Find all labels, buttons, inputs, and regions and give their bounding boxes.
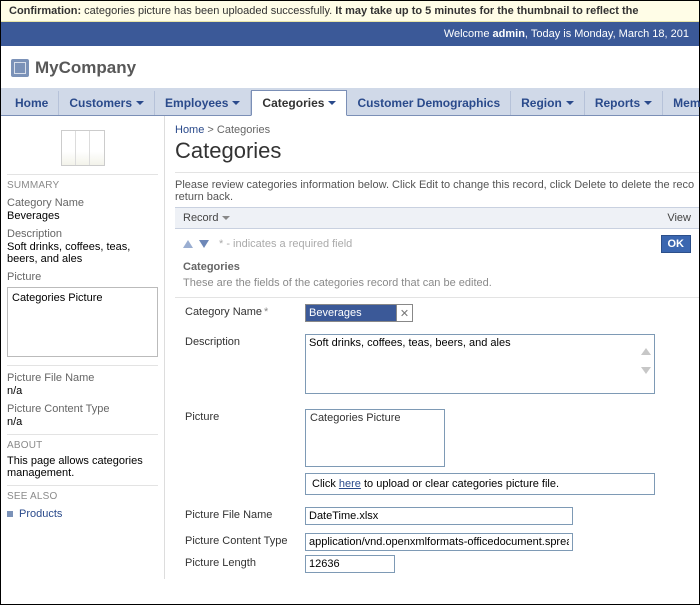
- welcome-pre: Welcome: [444, 28, 493, 40]
- label-category-name: Category Name*: [185, 304, 305, 322]
- prev-record-icon[interactable]: [183, 240, 193, 248]
- tab-home[interactable]: Home: [5, 91, 59, 115]
- seealso-item-products[interactable]: Products: [7, 508, 158, 520]
- page-title: Categories: [175, 138, 699, 164]
- logo-icon: [11, 59, 29, 77]
- welcome-date: Monday, March 18, 201: [574, 28, 689, 40]
- confirmation-bar: Confirmation: categories picture has bee…: [1, 1, 699, 22]
- section-subtitle: These are the fields of the categories r…: [175, 275, 699, 298]
- breadcrumb-home[interactable]: Home: [175, 124, 204, 136]
- confirmation-message: categories picture has been uploaded suc…: [84, 5, 332, 17]
- welcome-bar: Welcome admin, Today is Monday, March 18…: [1, 22, 699, 46]
- next-record-icon[interactable]: [199, 240, 209, 248]
- confirmation-prefix: Confirmation:: [9, 5, 81, 17]
- section-title: Categories: [175, 259, 699, 275]
- tab-members[interactable]: Memb: [663, 91, 700, 115]
- category-name-input[interactable]: [306, 305, 396, 321]
- confirmation-tail: It may take up to 5 minutes for the thum…: [335, 5, 638, 17]
- sidebar-label-pfn: Picture File Name: [7, 372, 158, 384]
- upload-link[interactable]: here: [339, 478, 361, 490]
- chevron-down-icon: [566, 101, 574, 105]
- chevron-down-icon: [136, 101, 144, 105]
- logo-text: MyCompany: [35, 58, 136, 78]
- sidebar-value-pfn: n/a: [7, 385, 158, 397]
- tab-region[interactable]: Region: [511, 91, 585, 115]
- sidebar-value-pct: n/a: [7, 416, 158, 428]
- record-toolbar: Record View: [175, 207, 699, 229]
- picture-length-input[interactable]: [305, 555, 395, 573]
- label-picture: Picture: [185, 409, 305, 495]
- chevron-down-icon: [232, 101, 240, 105]
- ok-button[interactable]: OK: [661, 235, 692, 253]
- clear-icon[interactable]: ✕: [396, 305, 412, 321]
- upload-instruction: Click here to upload or clear categories…: [305, 473, 655, 495]
- chevron-down-icon: [644, 101, 652, 105]
- label-picture-content-type: Picture Content Type: [185, 533, 305, 551]
- tab-employees[interactable]: Employees: [155, 91, 251, 115]
- instructions: Please review categories information bel…: [175, 172, 699, 207]
- scroll-up-icon[interactable]: [641, 348, 651, 355]
- view-dropdown[interactable]: View: [667, 212, 691, 224]
- bullet-icon: [7, 511, 13, 517]
- main-tabbar: Home Customers Employees Categories Cust…: [1, 88, 699, 116]
- seealso-link-products[interactable]: Products: [19, 508, 62, 520]
- required-star: *: [264, 306, 268, 318]
- sidebar-value-category-name: Beverages: [7, 210, 158, 222]
- picture-content-type-input[interactable]: [305, 533, 573, 551]
- content-pane: Home > Categories Categories Please revi…: [165, 116, 699, 579]
- chevron-down-icon: [222, 216, 230, 220]
- tab-demographics[interactable]: Customer Demographics: [347, 91, 511, 115]
- breadcrumb-current: Categories: [217, 124, 270, 136]
- chevron-down-icon: [328, 101, 336, 105]
- tab-customers[interactable]: Customers: [59, 91, 155, 115]
- welcome-mid: , Today is: [525, 28, 574, 40]
- sidebar-heading-seealso: SEE ALSO: [7, 485, 158, 502]
- sidebar-heading-summary: SUMMARY: [7, 174, 158, 191]
- record-dropdown[interactable]: Record: [183, 212, 230, 224]
- sidebar: SUMMARY Category Name Beverages Descript…: [1, 116, 165, 579]
- required-hint: * - indicates a required field: [219, 238, 352, 250]
- label-picture-file-name: Picture File Name: [185, 507, 305, 525]
- sidebar-label-pct: Picture Content Type: [7, 403, 158, 415]
- required-hint-row: * - indicates a required field OK: [175, 229, 699, 259]
- sidebar-heading-about: ABOUT: [7, 434, 158, 451]
- sidebar-label-picture: Picture: [7, 271, 158, 283]
- breadcrumb: Home > Categories: [175, 120, 699, 136]
- tab-categories[interactable]: Categories: [251, 90, 347, 116]
- description-textarea[interactable]: [305, 334, 655, 394]
- tab-reports[interactable]: Reports: [585, 91, 663, 115]
- sidebar-picture-box: Categories Picture: [7, 287, 158, 357]
- label-description: Description: [185, 334, 305, 397]
- picture-file-name-input[interactable]: [305, 507, 573, 525]
- picture-preview-box: Categories Picture: [305, 409, 445, 467]
- scroll-down-icon[interactable]: [641, 367, 651, 374]
- sidebar-about-text: This page allows categories management.: [7, 455, 158, 479]
- label-picture-length: Picture Length: [185, 555, 305, 573]
- sidebar-label-category-name: Category Name: [7, 197, 158, 209]
- welcome-user: admin: [493, 28, 525, 40]
- category-name-wrap: ✕: [305, 304, 413, 322]
- sidebar-label-description: Description: [7, 228, 158, 240]
- logo-row: MyCompany: [1, 46, 699, 88]
- categories-icon: [61, 130, 105, 166]
- sidebar-value-description: Soft drinks, coffees, teas, beers, and a…: [7, 241, 158, 265]
